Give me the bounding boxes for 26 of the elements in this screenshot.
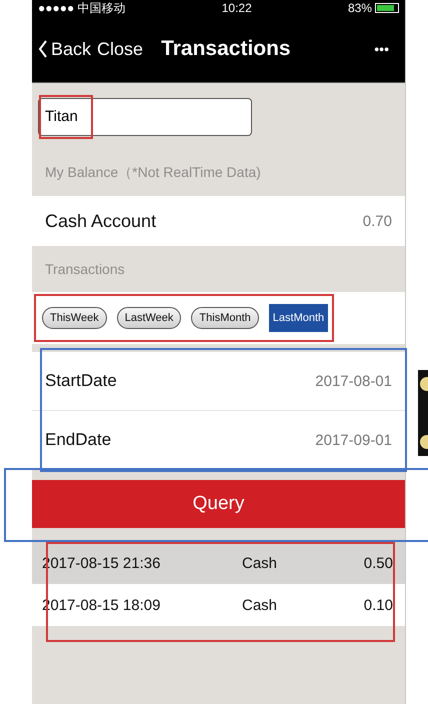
table-cell: 0.50 — [364, 554, 393, 572]
table-cell: 0.10 — [364, 596, 393, 614]
battery-text: 83% — [348, 1, 372, 15]
period-tab[interactable]: ThisMonth — [191, 307, 259, 329]
query-button[interactable]: Query — [32, 480, 405, 528]
close-button[interactable]: Close — [97, 38, 144, 60]
chevron-icon — [38, 40, 48, 58]
page-title: Transactions — [161, 37, 291, 61]
section-header: Transactions — [44, 260, 126, 279]
battery-icon — [374, 3, 399, 13]
period-tab[interactable]: LastMonth — [268, 304, 328, 332]
carrier-text: ●●●●● 中国移动 — [38, 0, 126, 16]
date-label: StartDate — [45, 371, 117, 391]
account-amount: 0.70 — [362, 212, 392, 230]
date-value: 2017-09-01 — [315, 432, 392, 448]
account-label: Cash Account — [45, 210, 156, 232]
date-label: EndDate — [45, 430, 112, 450]
period-tab[interactable]: ThisWeek — [42, 307, 107, 329]
period-tab[interactable]: LastWeek — [116, 307, 182, 329]
clock-text: 10:22 — [222, 1, 252, 15]
more-button[interactable]: ••• — [374, 41, 389, 57]
table-cell-text: Cash — [242, 596, 278, 614]
date-value: 2017-08-01 — [315, 372, 392, 390]
section-header: My Balance（*Not RealTime Data) — [44, 163, 262, 182]
back-button[interactable]: Back — [38, 38, 92, 60]
table-cell-text: Cash — [242, 554, 278, 572]
